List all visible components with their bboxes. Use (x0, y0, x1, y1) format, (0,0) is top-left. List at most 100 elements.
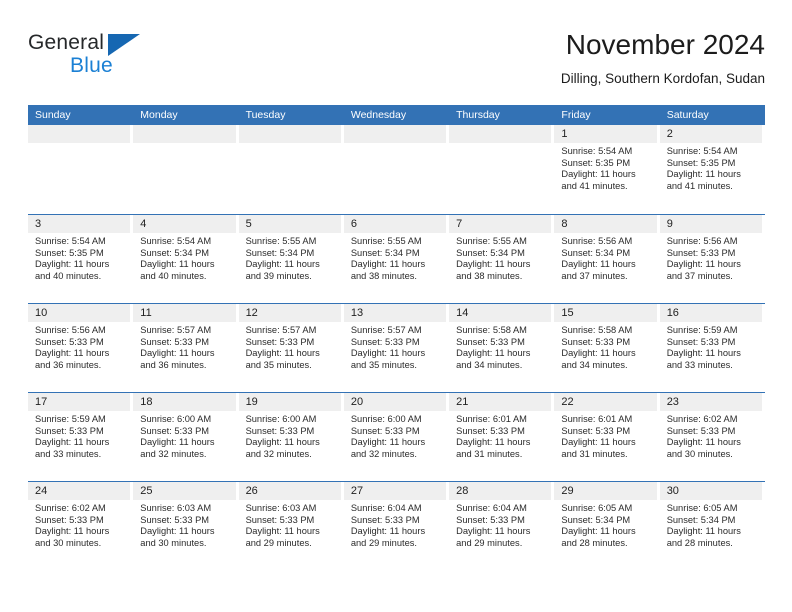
calendar-day-cell[interactable]: 17 Sunrise: 5:59 AM Sunset: 5:33 PM Dayligh… (28, 393, 133, 481)
weekday-header-friday: Friday (561, 109, 591, 121)
sunrise-text: Sunrise: 6:04 AM (456, 503, 527, 513)
calendar-day-cell[interactable]: 13 Sunrise: 5:57 AM Sunset: 5:33 PM Dayligh… (343, 304, 449, 392)
general-blue-logo[interactable]: General Blue (28, 32, 248, 84)
daylight-text: Daylight: 11 hours and 29 minutes. (245, 526, 320, 548)
calendar-day-cell[interactable]: 30 Sunrise: 6:05 AM Sunset: 5:34 PM Dayligh… (659, 482, 765, 570)
calendar-day-cell[interactable]: 26 Sunrise: 6:03 AM Sunset: 5:33 PM Dayligh… (238, 482, 344, 570)
day-number: 9 (659, 215, 762, 233)
calendar-day-cell[interactable]: 15 Sunrise: 5:58 AM Sunset: 5:33 PM Dayligh… (554, 304, 659, 392)
day-details: Sunrise: 5:54 AM Sunset: 5:35 PM Daylight:… (28, 233, 130, 282)
calendar-day-cell[interactable]: 25 Sunrise: 6:03 AM Sunset: 5:33 PM Dayligh… (133, 482, 238, 570)
sunset-text: Sunset: 5:33 PM (245, 425, 315, 436)
calendar-day-cell[interactable]: 3 Sunrise: 5:54 AM Sunset: 5:35 PM Daylight… (28, 215, 133, 303)
calendar-day-cell[interactable]: 22 Sunrise: 6:01 AM Sunset: 5:33 PM Dayligh… (554, 393, 659, 481)
day-number (133, 125, 236, 143)
day-details: Sunrise: 5:57 AM Sunset: 5:33 PM Daylight:… (133, 322, 235, 371)
daylight-text: Daylight: 11 hours and 29 minutes. (456, 526, 531, 548)
sunrise-text: Sunrise: 5:56 AM (561, 236, 633, 246)
sunset-text: Sunset: 5:35 PM (561, 157, 631, 168)
weekday-header-thursday: Thursday (456, 109, 500, 121)
logo-triangle-icon (108, 34, 140, 56)
calendar-day-cell[interactable]: 9 Sunrise: 5:56 AM Sunset: 5:33 PM Daylight… (659, 215, 765, 303)
calendar-day-cell[interactable]: 12 Sunrise: 5:57 AM Sunset: 5:33 PM Dayligh… (238, 304, 344, 392)
sunrise-text: Sunrise: 6:00 AM (350, 414, 422, 424)
day-details: Sunrise: 6:00 AM Sunset: 5:33 PM Daylight:… (133, 411, 235, 460)
calendar-day-cell-empty (449, 125, 554, 214)
sunrise-text: Sunrise: 6:02 AM (666, 414, 738, 424)
day-details: Sunrise: 6:03 AM Sunset: 5:33 PM Daylight:… (239, 500, 341, 549)
daylight-text: Daylight: 11 hours and 33 minutes. (666, 348, 741, 370)
calendar-day-cell[interactable]: 6 Sunrise: 5:55 AM Sunset: 5:34 PM Daylight… (343, 215, 449, 303)
calendar-day-cell[interactable]: 19 Sunrise: 6:00 AM Sunset: 5:33 PM Dayligh… (238, 393, 344, 481)
calendar-day-cell[interactable]: 10 Sunrise: 5:56 AM Sunset: 5:33 PM Dayligh… (28, 304, 133, 392)
day-number: 16 (659, 304, 762, 322)
daylight-text: Daylight: 11 hours and 35 minutes. (245, 348, 320, 370)
day-number: 10 (28, 304, 131, 322)
calendar-day-cell[interactable]: 28 Sunrise: 6:04 AM Sunset: 5:33 PM Dayligh… (449, 482, 554, 570)
calendar-day-cell[interactable]: 21 Sunrise: 6:01 AM Sunset: 5:33 PM Dayligh… (449, 393, 554, 481)
day-details: Sunrise: 6:01 AM Sunset: 5:33 PM Daylight:… (554, 411, 656, 460)
sunrise-text: Sunrise: 5:54 AM (666, 146, 738, 156)
calendar-day-cell[interactable]: 14 Sunrise: 5:58 AM Sunset: 5:33 PM Dayligh… (449, 304, 554, 392)
daylight-text: Daylight: 11 hours and 29 minutes. (350, 526, 426, 548)
day-number: 29 (554, 482, 657, 500)
calendar-day-cell[interactable]: 16 Sunrise: 5:59 AM Sunset: 5:33 PM Dayligh… (659, 304, 765, 392)
sunrise-text: Sunrise: 6:00 AM (140, 414, 212, 424)
sunset-text: Sunset: 5:35 PM (35, 247, 104, 258)
day-number (343, 125, 447, 143)
day-details: Sunrise: 5:57 AM Sunset: 5:33 PM Daylight:… (344, 322, 446, 371)
calendar-day-cell[interactable]: 8 Sunrise: 5:56 AM Sunset: 5:34 PM Daylight… (554, 215, 659, 303)
sunset-text: Sunset: 5:33 PM (666, 336, 736, 347)
calendar-day-cell[interactable]: 23 Sunrise: 6:02 AM Sunset: 5:33 PM Dayligh… (659, 393, 765, 481)
sunset-text: Sunset: 5:33 PM (245, 336, 315, 347)
sunrise-text: Sunrise: 5:57 AM (140, 325, 212, 335)
calendar-day-cell[interactable]: 2 Sunrise: 5:54 AM Sunset: 5:35 PM Daylight… (659, 125, 765, 214)
sunset-text: Sunset: 5:34 PM (140, 247, 210, 258)
day-details: Sunrise: 6:05 AM Sunset: 5:34 PM Daylight:… (660, 500, 762, 549)
calendar-week-row: 24 Sunrise: 6:02 AM Sunset: 5:33 PM Dayligh… (28, 481, 765, 570)
calendar-day-cell[interactable]: 1 Sunrise: 5:54 AM Sunset: 5:35 PM Daylight… (554, 125, 659, 214)
calendar-day-cell[interactable]: 11 Sunrise: 5:57 AM Sunset: 5:33 PM Dayligh… (133, 304, 238, 392)
day-number: 30 (659, 482, 762, 500)
daylight-text: Daylight: 11 hours and 40 minutes. (35, 259, 110, 281)
sunset-text: Sunset: 5:33 PM (456, 336, 525, 347)
day-number: 14 (449, 304, 552, 322)
weekday-header-monday: Monday (140, 109, 178, 121)
sunset-text: Sunset: 5:33 PM (350, 425, 420, 436)
day-number: 8 (554, 215, 657, 233)
calendar-body: 1 Sunrise: 5:54 AM Sunset: 5:35 PM Daylight… (28, 125, 765, 570)
sunrise-text: Sunrise: 5:57 AM (245, 325, 317, 335)
calendar-day-cell-empty (133, 125, 238, 214)
day-details: Sunrise: 5:58 AM Sunset: 5:33 PM Daylight:… (449, 322, 551, 371)
daylight-text: Daylight: 11 hours and 35 minutes. (350, 348, 426, 370)
day-details: Sunrise: 5:58 AM Sunset: 5:33 PM Daylight:… (554, 322, 656, 371)
sunrise-text: Sunrise: 5:54 AM (140, 236, 212, 246)
sunrise-text: Sunrise: 6:01 AM (561, 414, 633, 424)
calendar-day-cell[interactable]: 27 Sunrise: 6:04 AM Sunset: 5:33 PM Dayligh… (343, 482, 449, 570)
sunset-text: Sunset: 5:33 PM (350, 336, 420, 347)
calendar-day-cell[interactable]: 29 Sunrise: 6:05 AM Sunset: 5:34 PM Dayligh… (554, 482, 659, 570)
day-number: 27 (343, 482, 447, 500)
page-header: General Blue November 2024 Dilling, Sout… (28, 28, 765, 96)
page-title: November 2024 (565, 29, 765, 60)
calendar-day-cell[interactable]: 18 Sunrise: 6:00 AM Sunset: 5:33 PM Dayligh… (133, 393, 238, 481)
weekday-header-tuesday: Tuesday (245, 109, 286, 121)
sunrise-text: Sunrise: 5:56 AM (666, 236, 738, 246)
day-details: Sunrise: 6:02 AM Sunset: 5:33 PM Daylight:… (28, 500, 130, 549)
weekday-header-wednesday: Wednesday (350, 109, 407, 121)
calendar-day-cell[interactable]: 24 Sunrise: 6:02 AM Sunset: 5:33 PM Dayligh… (28, 482, 133, 570)
sunset-text: Sunset: 5:34 PM (666, 514, 736, 525)
day-details: Sunrise: 6:03 AM Sunset: 5:33 PM Daylight:… (133, 500, 235, 549)
calendar-week-row: 10 Sunrise: 5:56 AM Sunset: 5:33 PM Dayligh… (28, 303, 765, 392)
calendar-day-cell[interactable]: 7 Sunrise: 5:55 AM Sunset: 5:34 PM Daylight… (449, 215, 554, 303)
calendar-day-cell-empty (343, 125, 449, 214)
calendar-page: General Blue November 2024 Dilling, Sout… (0, 0, 792, 612)
calendar-day-cell[interactable]: 5 Sunrise: 5:55 AM Sunset: 5:34 PM Daylight… (238, 215, 344, 303)
sunset-text: Sunset: 5:34 PM (245, 247, 315, 258)
day-number: 12 (238, 304, 341, 322)
calendar-day-cell[interactable]: 4 Sunrise: 5:54 AM Sunset: 5:34 PM Daylight… (133, 215, 238, 303)
sunset-text: Sunset: 5:33 PM (561, 425, 631, 436)
sunset-text: Sunset: 5:33 PM (35, 336, 104, 347)
day-number: 19 (238, 393, 341, 411)
calendar-day-cell[interactable]: 20 Sunrise: 6:00 AM Sunset: 5:33 PM Dayligh… (343, 393, 449, 481)
